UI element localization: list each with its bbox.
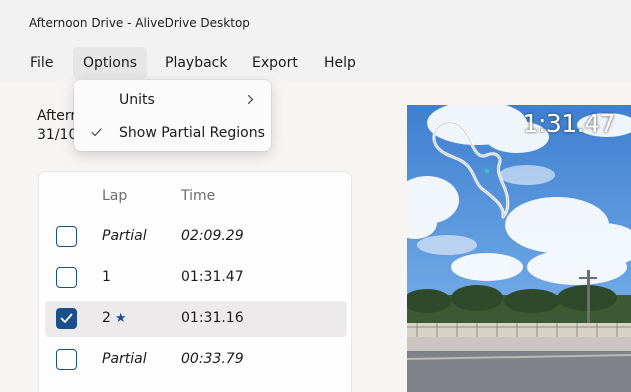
app-window: Afternoon Drive - AliveDrive Desktop Fil… xyxy=(0,0,631,392)
lap-number: Partial xyxy=(102,351,147,367)
menu-file[interactable]: File xyxy=(20,47,63,79)
show-partial-regions-label: Show Partial Regions xyxy=(119,125,265,141)
lap-time: 01:31.47 xyxy=(181,269,244,285)
menu-export[interactable]: Export xyxy=(242,47,308,79)
best-lap-star-icon: ★ xyxy=(114,311,127,326)
title-bar: Afternoon Drive - AliveDrive Desktop xyxy=(0,0,631,46)
overlay-lap-time: 1:31.47 xyxy=(522,109,616,138)
lap-row[interactable]: 1 01:31.47 xyxy=(45,260,347,296)
lap-time: 00:33.79 xyxy=(181,351,244,367)
lap-checkbox[interactable] xyxy=(56,267,77,288)
menu-bar: File Options Playback Export Help xyxy=(0,46,631,82)
options-dropdown-menu: Units Show Partial Regions xyxy=(74,80,271,151)
lap-row-selected[interactable]: 2 ★ 01:31.16 xyxy=(45,301,347,337)
menu-item-show-partial-regions[interactable]: Show Partial Regions xyxy=(74,117,271,149)
menu-playback[interactable]: Playback xyxy=(155,47,237,79)
chevron-right-icon xyxy=(247,94,254,105)
track-map-icon xyxy=(432,121,510,219)
lap-number: Partial xyxy=(102,228,147,244)
units-label: Units xyxy=(119,92,155,108)
lap-row[interactable]: Partial 02:09.29 xyxy=(45,219,347,255)
time-column-header: Time xyxy=(181,188,216,204)
lap-time: 02:09.29 xyxy=(181,228,244,244)
video-preview[interactable]: 1:31.47 xyxy=(407,105,631,392)
session-title: Aftern xyxy=(37,108,80,124)
lap-number: 1 xyxy=(102,269,111,285)
menu-item-units[interactable]: Units xyxy=(74,84,271,116)
lap-column-header: Lap xyxy=(102,188,128,204)
window-title: Afternoon Drive - AliveDrive Desktop xyxy=(29,16,250,30)
lap-row[interactable]: Partial 00:33.79 xyxy=(45,342,347,378)
lap-time: 01:31.16 xyxy=(181,310,244,326)
session-date: 31/10 xyxy=(37,127,78,143)
checkmark-icon xyxy=(91,128,102,137)
lap-checkbox-checked[interactable] xyxy=(56,308,77,329)
lap-checkbox[interactable] xyxy=(56,226,77,247)
menu-help[interactable]: Help xyxy=(314,47,366,79)
lap-number-text: 2 xyxy=(102,310,111,326)
lap-number: 2 ★ xyxy=(102,310,127,326)
lap-checkbox[interactable] xyxy=(56,349,77,370)
lap-list-card: Lap Time Partial 02:09.29 1 01:31.47 2★ xyxy=(38,171,352,392)
check-icon xyxy=(60,313,73,323)
menu-options[interactable]: Options xyxy=(73,47,148,79)
